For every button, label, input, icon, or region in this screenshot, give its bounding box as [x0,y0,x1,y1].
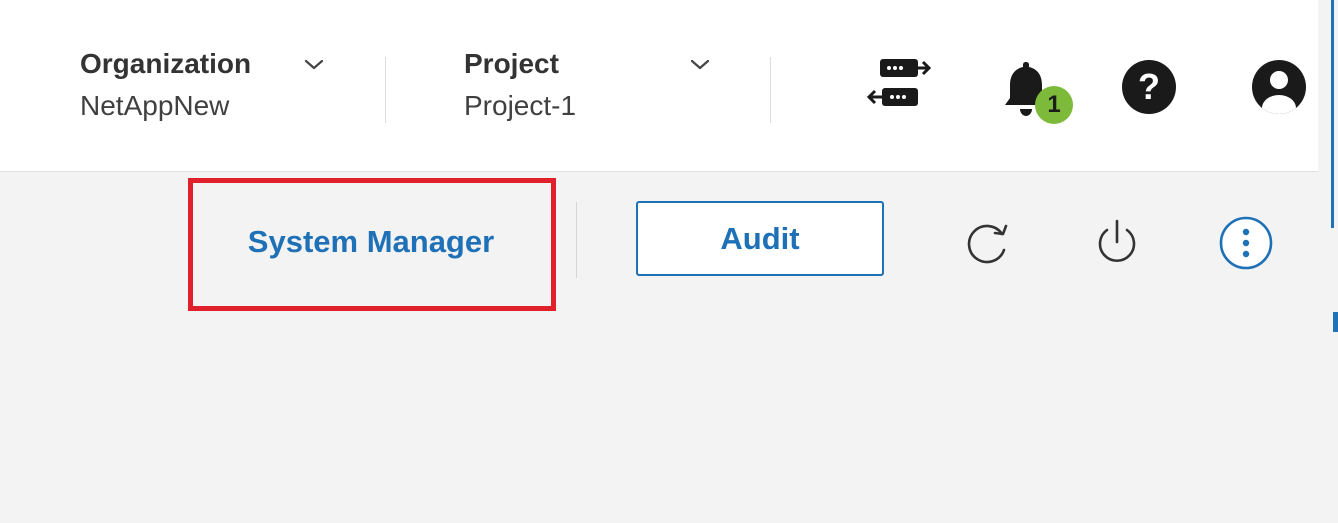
audit-button[interactable]: Audit [636,201,884,276]
power-icon[interactable] [1092,216,1142,270]
svg-text:?: ? [1138,66,1160,107]
side-panel-marker [1333,312,1338,332]
chevron-down-icon[interactable] [689,58,711,72]
organization-title: Organization [80,48,252,79]
chevron-down-icon[interactable] [303,58,325,72]
toolbar-divider [576,202,577,278]
help-icon[interactable]: ? [1120,58,1178,116]
project-value: Project-1 [464,90,577,121]
notification-count-badge: 1 [1035,86,1073,124]
more-options-icon[interactable] [1218,215,1274,271]
connector-icon[interactable] [862,56,934,112]
organization-value: NetAppNew [80,90,230,121]
organization-selector[interactable]: Organization NetAppNew [80,44,251,128]
top-header: Organization NetAppNew Project Project-1… [0,0,1318,172]
user-icon[interactable] [1250,58,1308,116]
header-divider [770,57,771,123]
side-panel-edge [1331,0,1334,228]
project-selector[interactable]: Project Project-1 [464,44,576,128]
refresh-icon[interactable] [960,220,1016,268]
header-divider [385,57,386,123]
project-title: Project [464,48,559,79]
system-manager-button[interactable]: System Manager [196,184,546,300]
